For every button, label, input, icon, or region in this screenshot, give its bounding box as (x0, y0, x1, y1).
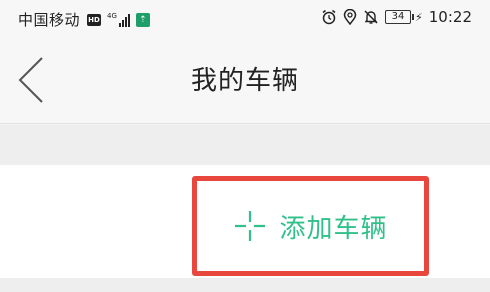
plus-icon (235, 211, 266, 241)
status-right: 34 ⚡ 10:22 (321, 8, 472, 26)
clock: 10:22 (428, 8, 472, 26)
battery-icon: 34 ⚡ (385, 10, 423, 24)
status-bar: 中国移动 HD 4G ⇡ 34 ⚡ 10:22 (0, 0, 490, 36)
carrier-name: 中国移动 (18, 11, 81, 29)
signal-icon: 4G (107, 11, 130, 27)
status-left: 中国移动 HD 4G ⇡ (18, 9, 150, 30)
add-vehicle-button[interactable]: 添加车辆 (192, 176, 429, 276)
vehicle-list-area: 添加车辆 (0, 165, 490, 278)
location-icon (343, 9, 357, 25)
app-notification-icon: ⇡ (135, 12, 150, 27)
mute-icon (364, 10, 378, 24)
section-spacer (0, 125, 490, 165)
network-type: 4G (107, 11, 117, 20)
hd-icon: HD (87, 13, 102, 26)
bottom-divider (0, 278, 490, 292)
page-title: 我的车辆 (190, 66, 299, 96)
charging-icon: ⚡ (415, 10, 423, 24)
page-header: 我的车辆 (0, 36, 490, 124)
alarm-icon (322, 9, 336, 25)
add-vehicle-label: 添加车辆 (279, 213, 388, 244)
battery-level: 34 (385, 10, 412, 24)
